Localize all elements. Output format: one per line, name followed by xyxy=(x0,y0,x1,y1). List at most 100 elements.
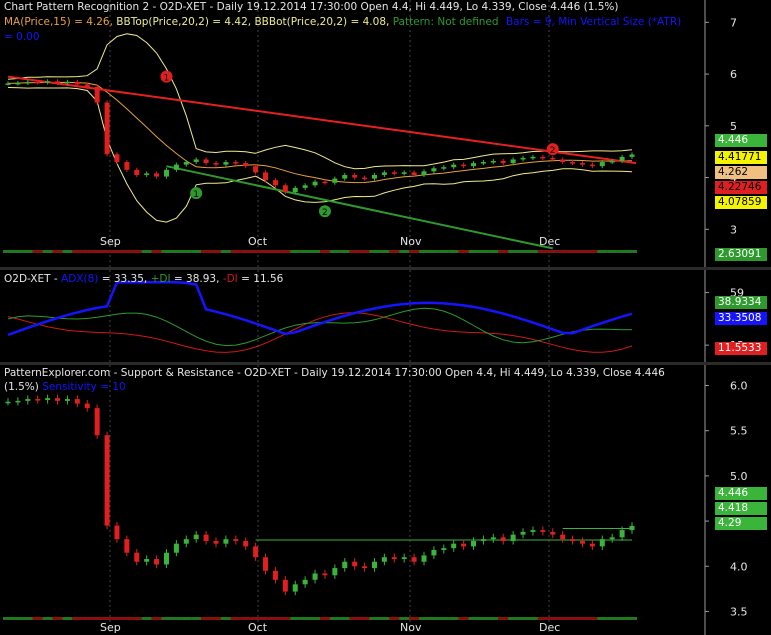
direction-strip-segment xyxy=(508,250,519,253)
direction-strip-segment xyxy=(448,250,459,253)
down-candle xyxy=(540,156,546,159)
pane3-title: PatternExplorer.com - Support & Resistan… xyxy=(4,367,665,379)
direction-strip-segment xyxy=(220,617,231,620)
bars-value: = 0.00 xyxy=(4,31,40,43)
price-tag: 4.446 xyxy=(715,134,767,147)
down-candle xyxy=(579,540,585,544)
direction-strip-segment xyxy=(508,617,519,620)
up-candle xyxy=(371,174,377,179)
up-candle xyxy=(421,171,427,175)
down-candle xyxy=(154,173,160,177)
direction-strip-segment xyxy=(448,617,459,620)
price-pattern-pane: 76543SepOctNovDec1212 Chart Pattern Reco… xyxy=(0,0,771,267)
up-candle xyxy=(599,539,605,547)
up-candle xyxy=(431,549,437,556)
direction-strip-segment xyxy=(161,617,172,620)
down-candle xyxy=(55,81,61,83)
up-candle xyxy=(599,162,605,167)
direction-strip-segment xyxy=(300,617,311,620)
direction-strip-segment xyxy=(319,617,330,620)
up-candle xyxy=(421,555,427,562)
direction-strip-segment xyxy=(121,250,132,253)
plus-di-line xyxy=(7,307,633,347)
down-candle xyxy=(213,540,219,544)
up-candle xyxy=(441,548,447,550)
sensitivity-label: Sensitivity = 10 xyxy=(42,381,126,393)
adx-symbol-label: O2D-XET - xyxy=(4,273,58,285)
up-candle xyxy=(223,539,229,544)
up-candle xyxy=(183,539,189,544)
down-candle xyxy=(560,534,566,540)
down-candle xyxy=(282,185,288,193)
direction-strip-segment xyxy=(52,617,63,620)
direction-strip-segment xyxy=(270,617,281,620)
direction-strip-segment xyxy=(171,250,182,253)
direction-strip-segment xyxy=(201,617,212,620)
sr-y-tick-label: 4.0 xyxy=(730,560,748,573)
direction-strip-segment xyxy=(617,617,628,620)
bbtop-label: BBTop(Price,20,2) = 4.42, xyxy=(116,16,252,28)
down-candle xyxy=(124,539,130,553)
direction-strip-segment xyxy=(428,250,439,253)
direction-strip-segment xyxy=(389,250,400,253)
price-tag: 4.262 xyxy=(715,166,767,179)
up-candle xyxy=(64,81,70,84)
direction-strip-segment xyxy=(627,617,637,620)
price-chart-canvas[interactable]: 76543SepOctNovDec1212 xyxy=(0,0,771,267)
direction-strip-segment xyxy=(458,617,469,620)
sr-chart-canvas[interactable]: 6.05.55.04.54.03.5SepOctNovDec xyxy=(0,365,771,635)
direction-strip-segment xyxy=(230,250,241,253)
up-candle xyxy=(451,164,457,168)
bollinger-top-line xyxy=(7,33,633,170)
direction-strip-segment xyxy=(488,617,499,620)
up-candle xyxy=(619,530,625,538)
pane1-title: Chart Pattern Recognition 2 - O2D-XET - … xyxy=(4,1,619,13)
up-candle xyxy=(530,156,536,159)
direction-strip-segment xyxy=(260,250,271,253)
sr-y-tick-label: 6.0 xyxy=(730,380,748,393)
x-tick-label-oct: Oct xyxy=(248,621,268,634)
up-candle xyxy=(223,162,229,165)
direction-strip-segment xyxy=(359,617,370,620)
direction-strip-segment xyxy=(329,617,340,620)
up-candle xyxy=(64,399,70,401)
direction-strip-segment xyxy=(82,617,93,620)
up-candle xyxy=(25,81,31,84)
direction-strip-segment xyxy=(419,617,429,620)
direction-strip-segment xyxy=(607,617,618,620)
sr-y-tick-label: 5.5 xyxy=(730,425,748,438)
down-candle xyxy=(500,537,506,541)
direction-strip-segment xyxy=(478,250,489,253)
plus-di-value: = 38.93, xyxy=(173,273,220,285)
down-candle xyxy=(74,81,80,85)
direction-strip-segment xyxy=(171,617,182,620)
direction-strip-segment xyxy=(627,250,637,253)
up-candle xyxy=(629,154,635,157)
x-tick-label-sep: Sep xyxy=(100,621,121,634)
direction-strip-segment xyxy=(22,250,33,253)
direction-strip-segment xyxy=(478,617,489,620)
down-candle xyxy=(322,573,328,576)
up-candle xyxy=(619,156,625,162)
down-candle xyxy=(391,172,397,174)
pattern-marker-label: 2 xyxy=(550,146,556,156)
down-candle xyxy=(253,546,259,558)
direction-strip-segment xyxy=(102,617,113,620)
adx-tag: 11.5533 xyxy=(715,342,767,355)
adx-line xyxy=(7,281,633,337)
up-candle xyxy=(312,181,318,186)
up-candle xyxy=(15,400,21,403)
up-candle xyxy=(401,172,407,174)
up-candle xyxy=(451,543,457,549)
down-candle xyxy=(589,164,595,167)
direction-strip-segment xyxy=(250,250,261,253)
up-candle xyxy=(471,163,477,167)
direction-strip-segment xyxy=(537,250,548,253)
up-candle xyxy=(312,573,318,580)
down-candle xyxy=(411,557,417,562)
direction-strip-segment xyxy=(488,250,499,253)
direction-strip-segment xyxy=(250,617,261,620)
support-trendline xyxy=(166,165,553,250)
moving-average-line xyxy=(7,81,633,184)
direction-strip-segment xyxy=(310,617,321,620)
